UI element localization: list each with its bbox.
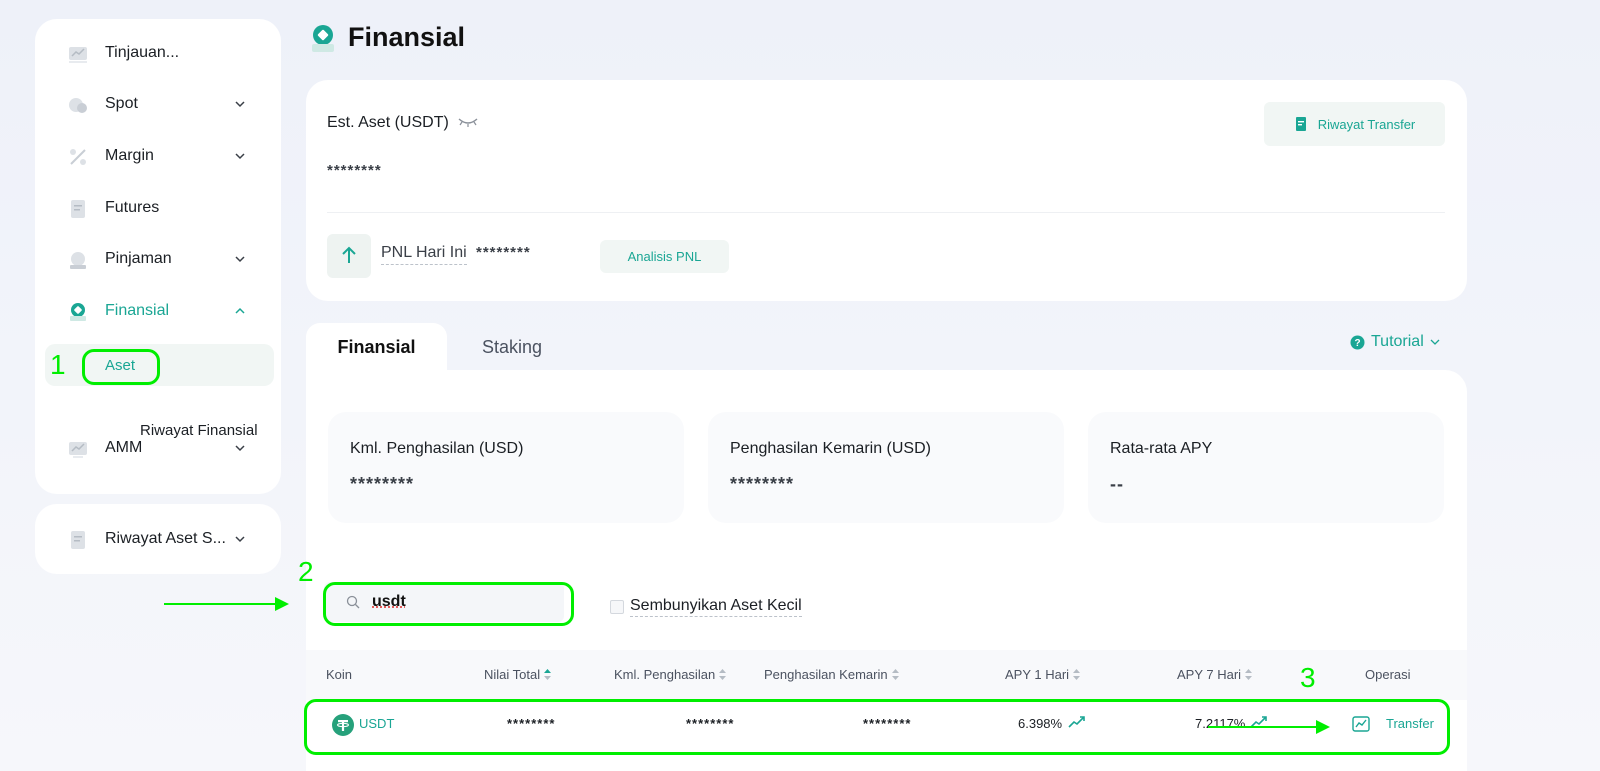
stat-value: ******** [350,474,415,494]
column-operation: Operasi [1365,667,1411,682]
arrow-up-icon [342,246,356,263]
column-apy-1-day[interactable]: APY 1 Hari [1005,667,1081,682]
sidebar-item-label: Tinjauan... [105,44,180,61]
chevron-down-icon [235,536,245,543]
sidebar-nav: Tinjauan... Spot Margin Futures Pinjaman… [35,19,281,494]
sidebar-item-amm[interactable]: AMM [35,428,281,468]
hide-small-assets-toggle[interactable]: Sembunyikan Aset Kecil [610,597,802,617]
stat-label: Rata-rata APY [1110,440,1213,457]
spot-icon [69,98,87,113]
column-yesterday-earnings[interactable]: Penghasilan Kemarin [764,667,899,682]
sidebar-item-futures[interactable]: Futures [35,188,281,228]
stat-value: ******** [730,474,795,494]
est-asset-label: Est. Aset (USDT) [327,114,449,131]
pnl-today-label[interactable]: PNL Hari Ini [381,244,467,265]
stat-average-apy: Rata-rata APY -- [1088,412,1444,523]
chevron-down-icon [235,153,245,160]
annotation-number: 3 [1300,662,1316,693]
sidebar-item-label: AMM [105,439,143,456]
chevron-up-icon [235,307,245,314]
sort-icon [1073,669,1081,680]
stat-label: Penghasilan Kemarin (USD) [730,440,931,457]
table-header: Koin Nilai Total Kml. Penghasilan Pengha… [306,650,1467,700]
sidebar-item-label: Finansial [105,302,170,319]
chevron-down-icon [235,445,245,452]
sidebar-item-finansial[interactable]: Finansial [35,291,281,331]
est-asset-value: ******** [327,162,382,179]
divider [327,212,1445,213]
history-icon [71,531,85,549]
pnl-today-value: ******** [476,244,531,261]
eye-closed-icon[interactable] [457,114,479,128]
finance-icon [70,303,86,321]
hide-small-assets-checkbox[interactable] [610,600,624,614]
sidebar-item-spot[interactable]: Spot [35,84,281,124]
page-title: Finansial [348,22,466,52]
stat-cumulative-earnings: Kml. Penghasilan (USD) ******** [328,412,684,523]
help-icon: ? [1350,335,1365,349]
chevron-down-icon [235,256,245,263]
annotation-arrow-line [164,603,284,605]
hide-small-assets-label: Sembunyikan Aset Kecil [630,597,802,617]
stat-label: Kml. Penghasilan (USD) [350,440,524,457]
tutorial-link[interactable]: ? Tutorial [1350,333,1441,351]
sidebar-item-pinjaman[interactable]: Pinjaman [35,239,281,279]
loan-icon [70,252,86,269]
sidebar-history-card: Riwayat Aset S... [35,504,281,574]
column-total-value[interactable]: Nilai Total [484,667,552,682]
column-apy-7-day[interactable]: APY 7 Hari [1177,667,1253,682]
margin-icon [70,149,86,165]
arrow-head-icon [275,597,289,611]
svg-text:?: ? [1354,338,1360,349]
stat-value: -- [1110,474,1124,494]
document-icon [1295,117,1306,131]
pnl-analysis-button[interactable]: Analisis PNL [600,240,729,273]
sort-icon [1245,669,1253,680]
column-cumulative-earnings[interactable]: Kml. Penghasilan [614,667,727,682]
sidebar-item-label: Riwayat Aset S... [105,530,226,547]
pnl-indicator [327,234,371,278]
sort-icon [891,669,899,680]
chevron-down-icon [1430,339,1440,345]
annotation-number: 2 [298,556,314,587]
transfer-history-button[interactable]: Riwayat Transfer [1264,102,1445,146]
sidebar-item-label: Spot [105,95,138,112]
annotation-box-2 [323,582,574,626]
sidebar-item-label: Margin [105,147,154,164]
sidebar-item-overview[interactable]: Tinjauan... [35,33,281,73]
sidebar-item-asset-history[interactable]: Riwayat Aset S... [35,519,281,559]
sort-icon [544,669,552,680]
tab-finansial[interactable]: Finansial [306,323,447,372]
finance-icon [312,25,334,52]
sidebar-item-label: Pinjaman [105,250,172,267]
annotation-number: 1 [50,349,66,380]
tutorial-label: Tutorial [1371,333,1424,350]
stat-yesterday-earnings: Penghasilan Kemarin (USD) ******** [708,412,1064,523]
annotation-box-1 [82,349,160,385]
futures-icon [71,200,85,218]
sidebar-item-margin[interactable]: Margin [35,136,281,176]
amm-icon [69,442,87,458]
sidebar-item-label: Futures [105,199,160,216]
asset-summary-card: Est. Aset (USDT) ******** Riwayat Transf… [306,80,1467,301]
arrow-head-icon [1316,720,1330,734]
annotation-arrow-line [1208,726,1320,728]
chevron-down-icon [235,101,245,108]
sort-icon [719,669,727,680]
overview-icon [69,47,87,63]
transfer-history-label: Riwayat Transfer [1317,116,1416,132]
column-coin: Koin [326,667,353,682]
tab-staking[interactable]: Staking [447,323,577,372]
